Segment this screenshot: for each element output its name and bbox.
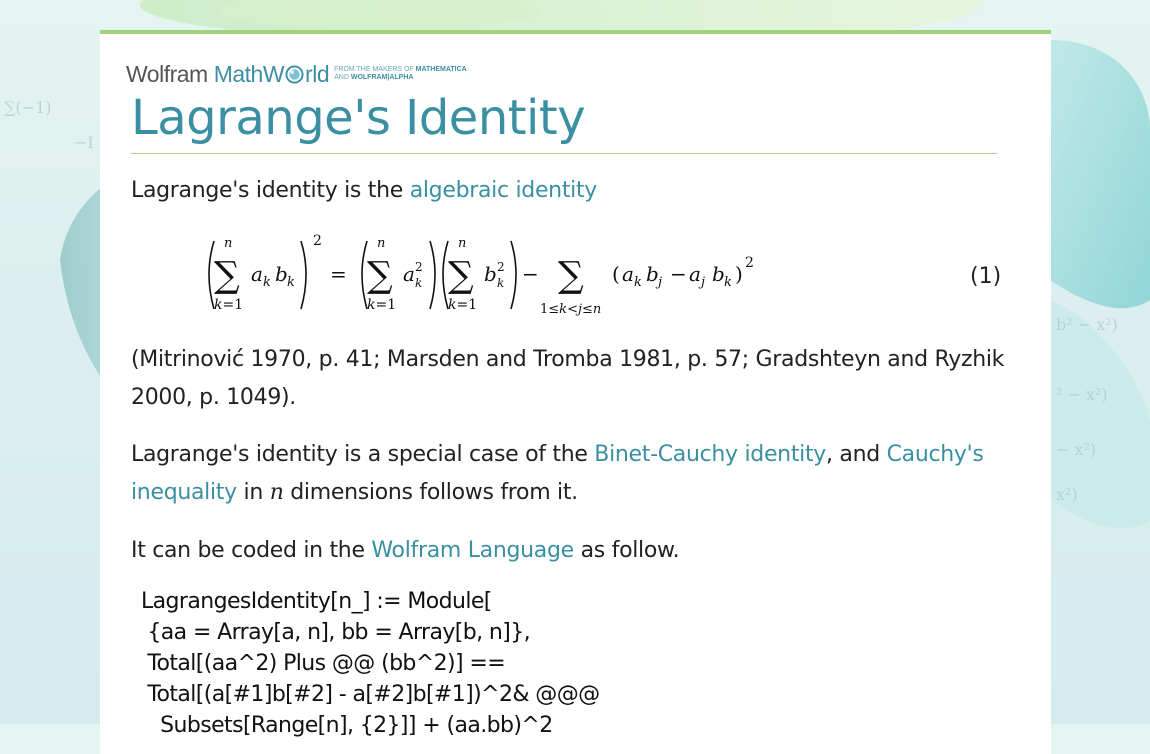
tagline-mathematica: MATHEMATICA [415,66,467,73]
svg-text:−: − [670,262,687,286]
svg-text:a: a [689,262,701,286]
intro-text: Lagrange's identity is the [131,178,410,203]
svg-text:∑: ∑ [558,255,584,296]
p4-text-b: as follow. [573,538,680,563]
svg-text:k=1: k=1 [214,297,243,313]
p4-text-a: It can be coded in the [131,538,372,563]
brand-mathworld: MathW rld [213,60,330,88]
code-intro-paragraph: It can be coded in the Wolfram Language … [131,532,1011,570]
code-block: LagrangesIdentity[n_] := Module[ {aa = A… [141,586,600,741]
p3-text-a: Lagrange's identity is a special case of… [131,442,595,467]
svg-text:k: k [634,275,642,290]
svg-text:a: a [622,262,634,286]
svg-text:k: k [415,276,422,290]
svg-text:∑: ∑ [367,255,393,296]
svg-text:− x²): − x²) [1056,440,1096,459]
code-line: LagrangesIdentity[n_] := Module[ [141,589,492,614]
binet-cauchy-identity-link[interactable]: Binet-Cauchy identity [594,442,826,467]
svg-text:a: a [403,262,415,286]
citation-paragraph: (Mitrinović 1970, p. 41; Marsden and Tro… [131,347,1005,410]
brand-tagline: FROM THE MAKERS OF MATHEMATICA AND WOLFR… [334,66,467,82]
svg-text:b: b [275,262,288,286]
page-title: Lagrange's Identity [131,90,586,146]
svg-text:k: k [724,275,732,290]
svg-text:n: n [458,236,466,251]
tagline-part: AND [334,74,351,81]
svg-text:2: 2 [497,260,505,274]
p3-text-d: dimensions follows from it. [283,480,578,505]
brand-mathworld-a: MathW [213,60,285,87]
svg-text:∑: ∑ [448,255,474,296]
svg-text:(: ( [612,262,620,286]
globe-icon [285,64,304,84]
special-case-paragraph: Lagrange's identity is a special case of… [131,436,1011,512]
intro-paragraph: Lagrange's identity is the algebraic ide… [131,172,1011,210]
tagline-part: FROM THE MAKERS OF [334,66,416,73]
svg-text:n: n [377,236,385,251]
svg-text:x²): x²) [1056,485,1078,504]
svg-text:1≤k<j≤n: 1≤k<j≤n [540,302,601,317]
code-line: Subsets[Range[n], {2}]] + (aa.bb)^2 [141,713,553,738]
code-line: Total[(a[#1]b[#2] - a[#2]b[#1])^2& @@@ [141,682,600,707]
variable-n: n [269,480,284,505]
svg-text:k: k [287,275,295,290]
brand-mathworld-b: rld [305,60,330,87]
svg-text:2: 2 [313,233,322,249]
mathworld-logo[interactable]: Wolfram MathW rld FROM THE MAKERS OF MAT… [126,60,467,88]
svg-text:∑(−1): ∑(−1) [4,98,52,117]
svg-text:∑: ∑ [214,255,240,296]
tagline-wolframalpha: WOLFRAM|ALPHA [350,74,414,81]
equation-1: n ∑ k=1 ak bk 2 = n ∑ k=1 a 2 k n ∑ k=1 … [208,233,754,317]
svg-text:n: n [224,236,232,251]
svg-text:k: k [497,276,504,290]
wolfram-language-link[interactable]: Wolfram Language [371,538,574,563]
svg-text:): ) [735,262,743,286]
svg-text:b² − x²): b² − x²) [1056,315,1118,334]
brand-wolfram: Wolfram [126,60,208,87]
svg-text:k=1: k=1 [448,297,477,313]
title-divider [131,153,997,154]
p3-text-b: , and [826,442,887,467]
svg-text:k: k [263,275,271,290]
svg-text:2: 2 [745,255,754,271]
svg-text:b: b [646,262,659,286]
svg-text:k=1: k=1 [367,297,396,313]
algebraic-identity-link[interactable]: algebraic identity [410,178,598,203]
svg-text:−: − [522,262,539,286]
p3-text-c: in [236,480,270,505]
code-line: {aa = Array[a, n], bb = Array[b, n]}, [141,620,531,645]
svg-text:b: b [484,262,497,286]
svg-text:2: 2 [415,260,423,274]
svg-text:b: b [712,262,725,286]
svg-text:a: a [251,262,263,286]
svg-text:² − x²): ² − x²) [1056,385,1108,404]
svg-text:−I: −I [74,133,94,152]
code-line: Total[(aa^2) Plus @@ (bb^2)] == [141,651,506,676]
equation-number: (1) [970,264,1002,289]
svg-text:=: = [330,262,347,286]
content-card: Wolfram MathW rld FROM THE MAKERS OF MAT… [100,30,1051,754]
